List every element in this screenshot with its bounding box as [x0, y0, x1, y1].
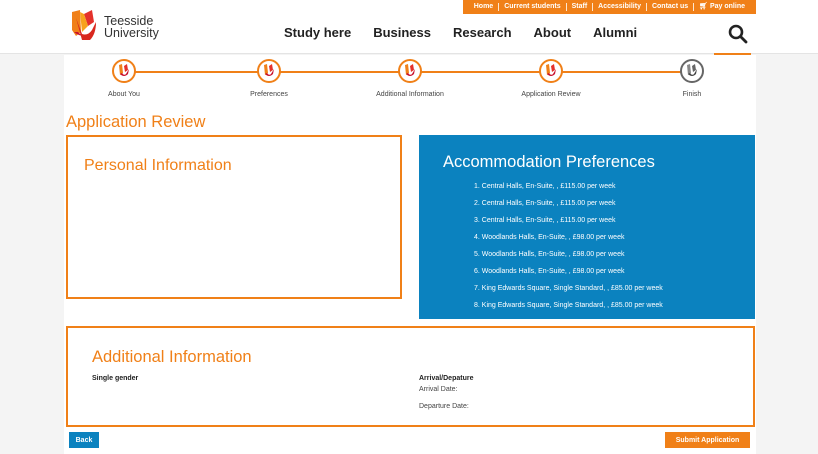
list-item: 8. King Edwards Square, Single Standard,…: [474, 302, 663, 309]
util-link-contact-us[interactable]: Contact us: [647, 3, 695, 11]
logo-line-2: University: [104, 26, 159, 40]
accommodation-preferences-panel: Accommodation Preferences 1. Central Hal…: [419, 135, 755, 319]
main-content: About You Preferences Additional Informa…: [64, 55, 756, 454]
step-label: Additional Information: [376, 91, 444, 98]
utility-bar: Home Current students Staff Accessibilit…: [462, 0, 756, 14]
list-item: 2. Central Halls, En-Suite, , £115.00 pe…: [474, 200, 616, 207]
list-item: 3. Central Halls, En-Suite, , £115.00 pe…: [474, 217, 616, 224]
accommodation-preferences-heading: Accommodation Preferences: [443, 153, 655, 171]
university-logo[interactable]: Teesside University: [70, 10, 159, 42]
logo-icon: [72, 10, 96, 40]
util-link-staff[interactable]: Staff: [567, 3, 594, 11]
nav-about[interactable]: About: [534, 25, 572, 40]
list-item: 5. Woodlands Halls, En-Suite, , £98.00 p…: [474, 251, 625, 258]
step-logo-icon-grey: [680, 59, 704, 83]
list-item: 7. King Edwards Square, Single Standard,…: [474, 285, 663, 292]
util-link-current-students[interactable]: Current students: [499, 3, 567, 11]
step-logo-icon: [112, 59, 136, 83]
additional-information-panel: Additional Information Single gender Arr…: [66, 326, 755, 427]
search-button[interactable]: [726, 22, 750, 46]
step-logo-icon: [398, 59, 422, 83]
submit-application-button[interactable]: Submit Application: [665, 432, 750, 448]
step-label: About You: [108, 91, 140, 98]
list-item: 6. Woodlands Halls, En-Suite, , £98.00 p…: [474, 268, 625, 275]
single-gender-label: Single gender: [92, 375, 139, 382]
departure-date-label: Departure Date:: [419, 403, 469, 410]
util-link-home[interactable]: Home: [469, 3, 500, 11]
util-link-accessibility[interactable]: Accessibility: [593, 3, 647, 11]
additional-information-heading: Additional Information: [92, 348, 252, 366]
step-label: Preferences: [250, 91, 288, 98]
page-title: Application Review: [66, 113, 206, 131]
list-item: 4. Woodlands Halls, En-Suite, , £98.00 p…: [474, 234, 625, 241]
pay-online-label: Pay online: [709, 3, 745, 10]
personal-information-heading: Personal Information: [84, 157, 232, 174]
step-logo-icon: [257, 59, 281, 83]
step-additional-information: Additional Information: [350, 59, 470, 98]
logo-wordmark: Teesside University: [104, 15, 159, 40]
step-about-you: About You: [64, 59, 184, 98]
step-application-review: Application Review: [491, 59, 611, 98]
nav-business[interactable]: Business: [373, 25, 431, 40]
step-logo-icon: [539, 59, 563, 83]
back-button[interactable]: Back: [69, 432, 99, 448]
nav-study-here[interactable]: Study here: [284, 25, 351, 40]
search-icon: [728, 24, 748, 44]
step-label: Finish: [682, 91, 702, 98]
step-label: Application Review: [521, 91, 581, 98]
progress-steps: About You Preferences Additional Informa…: [64, 55, 756, 103]
main-nav: Study here Business Research About Alumn…: [284, 25, 659, 40]
nav-research[interactable]: Research: [453, 25, 512, 40]
list-item: 1. Central Halls, En-Suite, , £115.00 pe…: [474, 183, 616, 190]
nav-alumni[interactable]: Alumni: [593, 25, 637, 40]
personal-information-panel: Personal Information: [66, 135, 402, 299]
arrival-departure-heading: Arrival/Depature: [419, 375, 474, 382]
arrival-date-label: Arrival Date:: [419, 386, 458, 393]
step-preferences: Preferences: [209, 59, 329, 98]
accommodation-list: 1. Central Halls, En-Suite, , £115.00 pe…: [474, 178, 663, 314]
cart-icon: 🛒︎: [699, 3, 710, 10]
util-link-pay-online[interactable]: 🛒︎ Pay online: [694, 3, 750, 11]
step-finish: Finish: [632, 59, 752, 98]
